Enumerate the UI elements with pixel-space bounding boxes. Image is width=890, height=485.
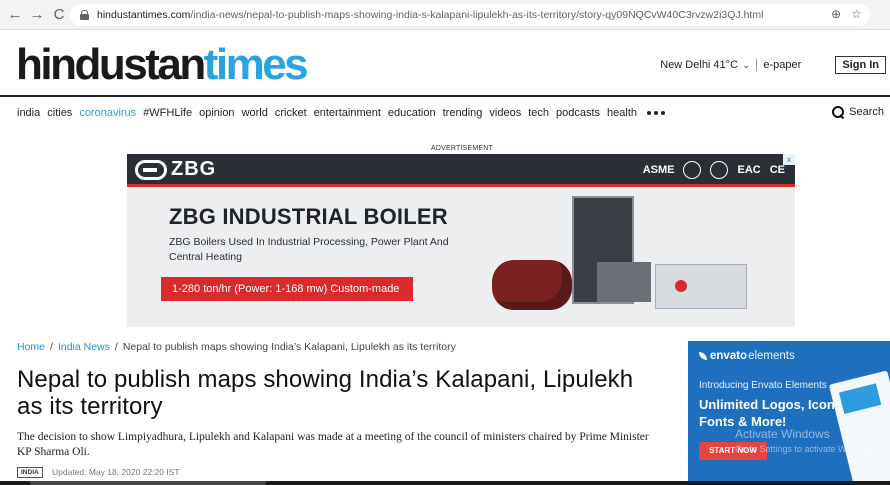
breadcrumb-india-news[interactable]: India News — [58, 341, 110, 353]
updated-timestamp: Updated: May 18, 2020 22:20 IST — [52, 467, 180, 477]
site-logo[interactable]: hindustantimes — [16, 40, 309, 90]
zbg-logo-mark — [135, 159, 167, 180]
envato-leaf-icon — [699, 352, 707, 360]
zbg-banner-ad[interactable]: ZBG ASME EAC CE x ZBG INDUSTRIAL BOILER … — [127, 154, 795, 327]
search-label: Search — [849, 106, 884, 118]
envato-logo-thin: elements — [748, 350, 795, 362]
weather-widget[interactable]: New Delhi 41°C — [660, 59, 738, 71]
logo-hindustan: hindustan — [16, 40, 206, 89]
boiler-image — [492, 260, 572, 310]
star-icon[interactable]: ☆ — [851, 7, 862, 21]
watermark-line2: Go to Settings to activate Windows. — [735, 444, 878, 454]
url-host: hindustantimes.com — [97, 9, 191, 21]
boiler-unit-image — [655, 264, 747, 309]
address-bar[interactable]: hindustantimes.com/india-news/nepal-to-p… — [70, 4, 870, 26]
nav-item-world[interactable]: world — [242, 107, 268, 119]
search-button[interactable]: Search — [832, 106, 884, 118]
cert-seal-icon — [683, 161, 702, 179]
header-rule — [0, 95, 890, 97]
ad-headline: ZBG INDUSTRIAL BOILER — [169, 204, 448, 229]
boiler-logo-icon — [675, 280, 687, 292]
nav-item-wfhlife[interactable]: #WFHLife — [143, 107, 192, 119]
forward-arrow-icon[interactable]: → — [26, 4, 48, 26]
watermark-line1: Activate Windows — [735, 427, 830, 441]
browser-toolbar: ← → C hindustantimes.com/india-news/nepa… — [0, 0, 890, 30]
ad-cta: 1-280 ton/hr (Power: 1-168 mw) Custom-ma… — [161, 277, 413, 301]
nav-item-health[interactable]: health — [607, 107, 637, 119]
logo-times: times — [203, 40, 309, 89]
asme-cert: ASME — [642, 164, 675, 176]
breadcrumb: Home / India News / Nepal to publish map… — [17, 341, 456, 353]
breadcrumb-home[interactable]: Home — [17, 341, 45, 353]
epaper-link[interactable]: e-paper — [763, 59, 801, 71]
zbg-logo: ZBG — [135, 158, 216, 181]
nav-item-cities[interactable]: cities — [47, 107, 72, 119]
ad-subline: ZBG Boilers Used In Industrial Processin… — [169, 236, 449, 263]
main-nav: india cities coronavirus #WFHLife opinio… — [17, 107, 665, 119]
lock-icon — [80, 10, 89, 20]
cert-seal-icon — [710, 161, 729, 179]
ce-cert: CE — [769, 164, 785, 176]
eac-cert: EAC — [737, 164, 761, 176]
breadcrumb-separator: / — [50, 341, 53, 353]
back-arrow-icon[interactable]: ← — [4, 4, 26, 26]
advertisement-label: ADVERTISEMENT — [431, 145, 493, 152]
nav-item-tech[interactable]: tech — [528, 107, 549, 119]
ad-top-bar: ZBG ASME EAC CE x — [127, 154, 795, 184]
nav-item-coronavirus[interactable]: coronavirus — [79, 107, 136, 119]
windows-activation-watermark: Activate Windows Go to Settings to activ… — [735, 427, 877, 457]
sign-in-button[interactable]: Sign In — [835, 56, 886, 74]
nav-item-cricket[interactable]: cricket — [275, 107, 307, 119]
zbg-brand: ZBG — [171, 158, 217, 180]
envato-side-ad[interactable]: envato elements Introducing Envato Elemen… — [688, 341, 890, 481]
add-icon[interactable]: ⊕ — [831, 7, 841, 21]
nav-item-trending[interactable]: trending — [443, 107, 483, 119]
envato-logo-bold: envato — [710, 350, 748, 362]
chevron-down-icon[interactable]: ⌄ — [742, 60, 750, 71]
scrollbar-thumb[interactable] — [30, 481, 266, 485]
nav-item-india[interactable]: india — [17, 107, 40, 119]
nav-item-entertainment[interactable]: entertainment — [314, 107, 381, 119]
ad-red-stripe — [127, 184, 795, 187]
envato-intro: Introducing Envato Elements — [699, 380, 827, 391]
article-summary: The decision to show Limpiyadhura, Lipul… — [17, 431, 649, 458]
breadcrumb-current: Nepal to publish maps showing India’s Ka… — [122, 341, 456, 353]
nav-item-videos[interactable]: videos — [489, 107, 521, 119]
boiler-base-image — [597, 262, 651, 302]
article-headline: Nepal to publish maps showing India’s Ka… — [17, 366, 634, 420]
header-divider — [756, 59, 758, 71]
nav-item-education[interactable]: education — [388, 107, 436, 119]
nav-item-opinion[interactable]: opinion — [199, 107, 234, 119]
ad-close-icon[interactable]: x — [783, 154, 795, 165]
category-tag[interactable]: INDIA — [17, 467, 43, 478]
more-menu-icon[interactable] — [647, 107, 665, 119]
envato-logo: envato elements — [699, 350, 795, 362]
url-path: /india-news/nepal-to-publish-maps-showin… — [190, 9, 764, 21]
breadcrumb-separator: / — [114, 341, 118, 353]
nav-item-podcasts[interactable]: podcasts — [556, 107, 600, 119]
header-utilities: New Delhi 41°C ⌄ e-paper Sign In — [660, 56, 890, 74]
reload-icon[interactable]: C — [48, 4, 70, 26]
cert-badges: ASME EAC CE — [643, 161, 785, 179]
search-icon — [832, 106, 845, 118]
